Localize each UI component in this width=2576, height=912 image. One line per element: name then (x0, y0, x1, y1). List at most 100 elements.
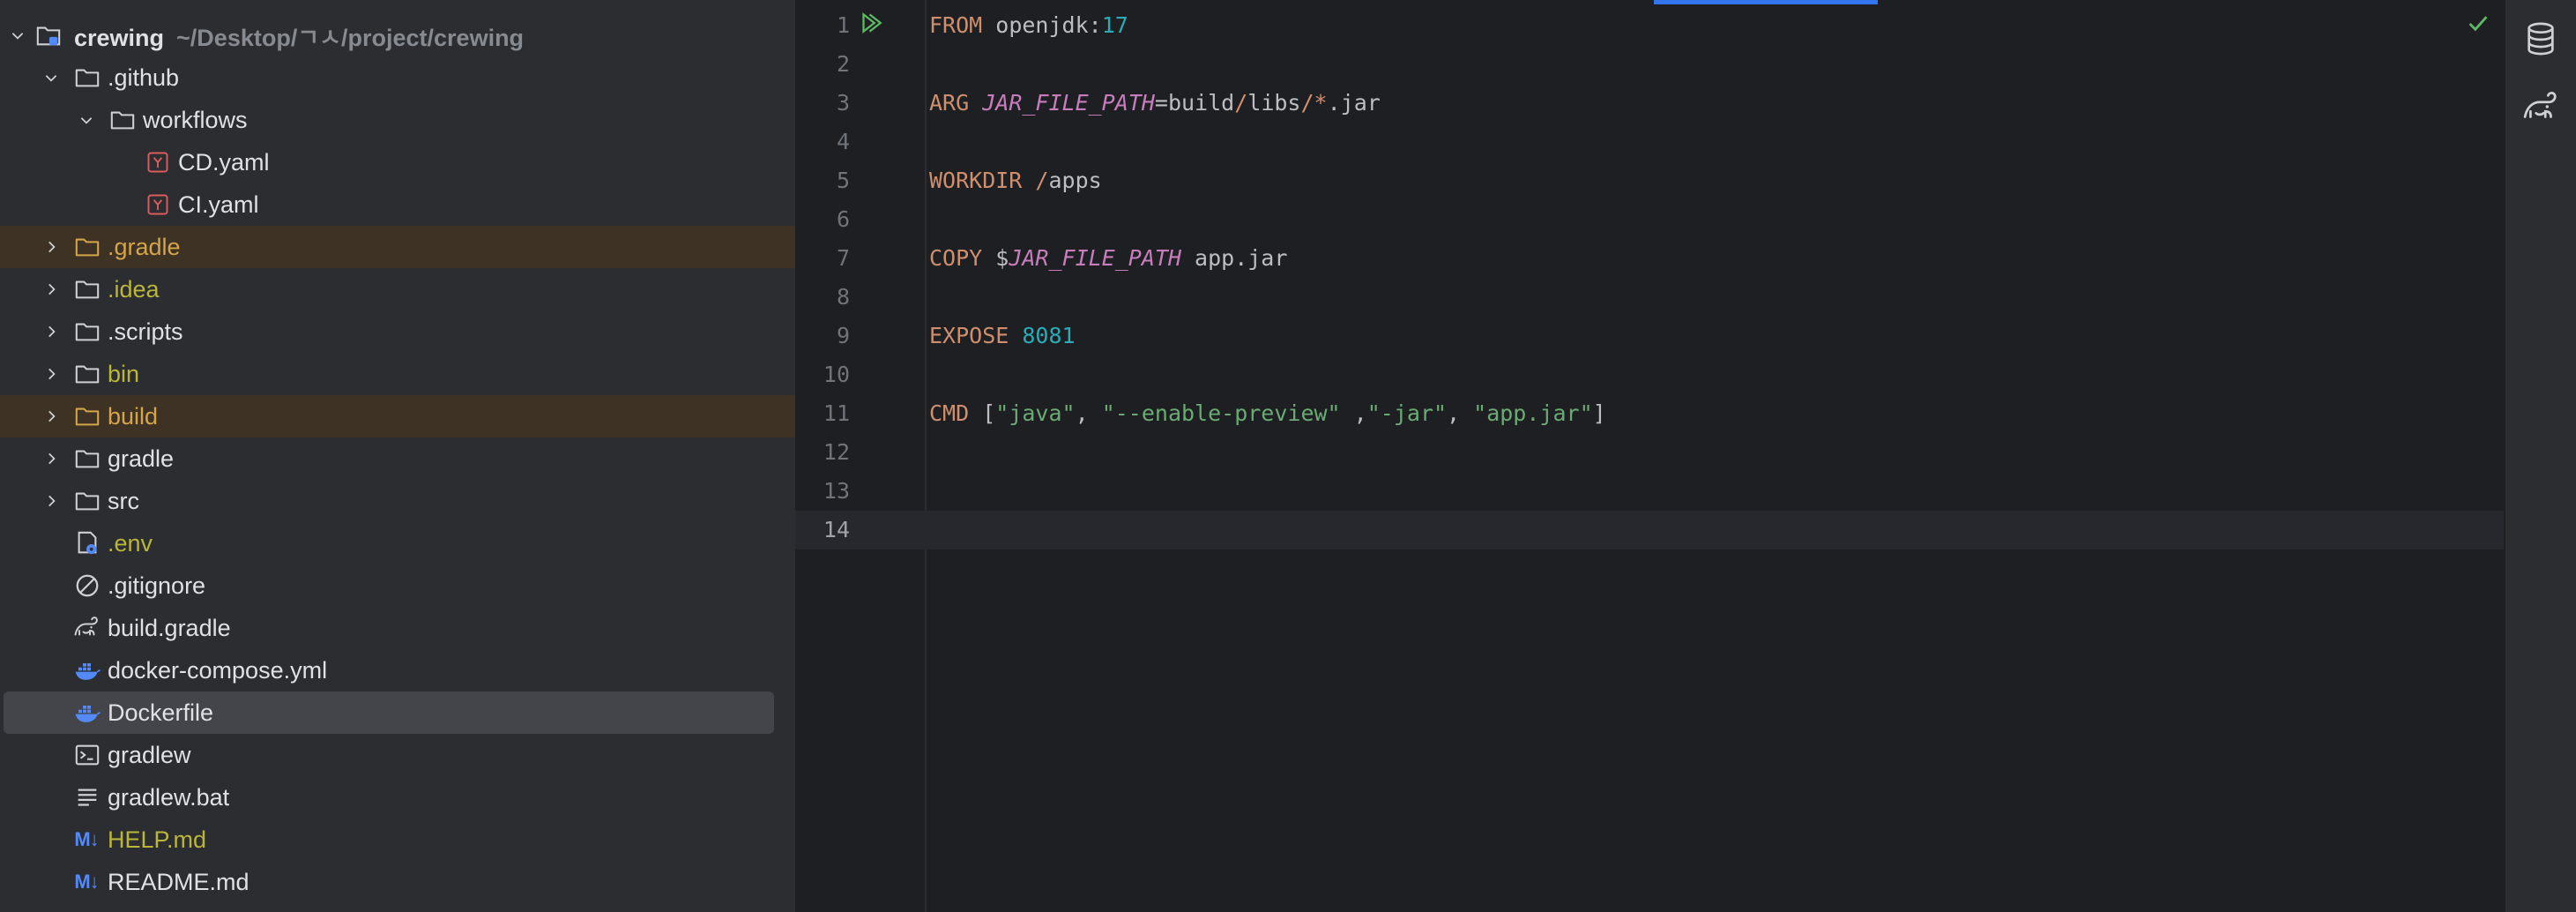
tree-item-help-md[interactable]: M↓ HELP.md (0, 819, 795, 861)
tree-item-idea[interactable]: .idea (0, 268, 795, 310)
tree-item-label: .scripts (108, 318, 183, 345)
tree-item-bin[interactable]: bin (0, 353, 795, 395)
tree-item-build-gradle[interactable]: build.gradle (0, 607, 795, 649)
code-line[interactable]: 13 (795, 472, 2504, 511)
markdown-icon: M↓ (74, 871, 99, 893)
tree-item-gradlew[interactable]: gradlew (0, 734, 795, 776)
tree-item-label: gradlew (108, 741, 191, 768)
yaml-file-icon (145, 191, 171, 218)
code-line[interactable]: 3 ARG JAR_FILE_PATH=build/libs/*.jar (795, 84, 2504, 123)
tree-item-label: .idea (108, 275, 160, 303)
database-icon[interactable] (2525, 21, 2557, 61)
folder-icon (74, 403, 101, 430)
line-number: 14 (823, 517, 850, 542)
code-text: COPY $JAR_FILE_PATH app.jar (929, 239, 1287, 278)
chevron-right-icon[interactable] (41, 321, 62, 342)
editor-tab-strip (795, 0, 2504, 4)
tree-item-label: gradlew.bat (108, 783, 230, 811)
code-token: "app.jar" (1473, 400, 1593, 426)
tree-item-label: .github (108, 64, 180, 91)
run-gutter-icon[interactable] (860, 11, 885, 40)
code-token: EXPOSE (929, 323, 1009, 348)
code-line[interactable]: 8 (795, 278, 2504, 317)
code-line[interactable]: 10 (795, 355, 2504, 394)
code-line[interactable]: 4 (795, 123, 2504, 161)
code-token: ] (1592, 400, 1606, 426)
code-line[interactable]: 6 (795, 200, 2504, 239)
chevron-down-icon[interactable] (7, 25, 28, 46)
chevron-right-icon[interactable] (41, 279, 62, 300)
code-token: ARG (929, 90, 970, 116)
code-token: JAR_FILE_PATH (982, 90, 1155, 116)
code-token: , (1075, 400, 1102, 426)
code-token: "java" (995, 400, 1076, 426)
code-token: COPY (929, 245, 983, 271)
tree-item-scripts[interactable]: .scripts (0, 310, 795, 353)
code-token: 17 (1101, 12, 1128, 38)
code-line[interactable]: 2 (795, 45, 2504, 84)
code-token: apps (1048, 168, 1102, 193)
chevron-right-icon[interactable] (41, 448, 62, 469)
tree-item-build[interactable]: build (0, 395, 795, 437)
code-token: CMD (929, 400, 970, 426)
tree-item-readme-md[interactable]: M↓ README.md (0, 861, 795, 903)
tree-item-env[interactable]: .env (0, 522, 795, 564)
gradle-elephant-icon[interactable] (2523, 92, 2560, 128)
tree-item-gradle[interactable]: gradle (0, 437, 795, 480)
code-editor[interactable]: 1 FROM openjdk:17 2 3 ARG JAR_FILE_PATH=buil… (795, 0, 2504, 912)
tree-item-label: CD.yaml (178, 148, 270, 176)
tree-item-label: README.md (108, 868, 249, 895)
tree-item-dockerfile[interactable]: Dockerfile (4, 691, 774, 734)
tree-item-label: .gitignore (108, 572, 206, 599)
tree-item-label: build (108, 402, 159, 430)
code-line[interactable]: 14 (795, 511, 2504, 549)
tree-item-cd-yaml[interactable]: CD.yaml (0, 141, 795, 183)
tree-item-ci-yaml[interactable]: CI.yaml (0, 183, 795, 226)
line-number: 3 (836, 90, 850, 116)
code-line[interactable]: 12 (795, 433, 2504, 472)
tree-root-crewing[interactable]: crewing ~/Desktop/ㄱㅅ/project/crewing (0, 14, 795, 56)
code-text: FROM openjdk:17 (929, 6, 1128, 45)
project-tree-panel: crewing ~/Desktop/ㄱㅅ/project/crewing .git… (0, 0, 795, 912)
line-number: 12 (823, 439, 850, 465)
tree-item-src[interactable]: src (0, 480, 795, 522)
chevron-right-icon[interactable] (41, 363, 62, 385)
tree-item-gradle[interactable]: .gradle (0, 226, 795, 268)
code-line[interactable]: 11 CMD ["java", "--enable-preview" ,"-jar… (795, 394, 2504, 433)
project-name: crewing (74, 24, 165, 51)
tree-item-label: CI.yaml (178, 191, 259, 218)
markdown-icon: M↓ (74, 828, 99, 850)
tree-item-workflows[interactable]: workflows (0, 99, 795, 141)
tree-item-label: .env (108, 529, 153, 557)
gradle-elephant-icon (74, 615, 101, 641)
code-line[interactable]: 7 COPY $JAR_FILE_PATH app.jar (795, 239, 2504, 278)
code-token: libs (1247, 90, 1301, 116)
yaml-file-icon (145, 149, 171, 176)
tree-item-label: .gradle (108, 233, 181, 260)
code-line[interactable]: 9 EXPOSE 8081 (795, 317, 2504, 355)
chevron-down-icon[interactable] (76, 109, 97, 131)
check-icon[interactable] (2467, 14, 2490, 38)
code-line[interactable]: 5 WORKDIR /apps (795, 161, 2504, 200)
tree-item-gitignore[interactable]: .gitignore (0, 564, 795, 607)
tree-item-label: src (108, 487, 139, 514)
code-token: app.jar (1181, 245, 1288, 271)
code-token: /* (1300, 90, 1328, 116)
tree-item-label: bin (108, 360, 140, 387)
tree-item-gradlew-bat[interactable]: gradlew.bat (0, 776, 795, 819)
code-text: CMD ["java", "--enable-preview" ,"-jar",… (929, 394, 1606, 433)
code-token: / (1234, 90, 1248, 116)
code-token: "--enable-preview" (1101, 400, 1341, 426)
tree-item-github[interactable]: .github (0, 56, 795, 99)
chevron-down-icon[interactable] (41, 67, 62, 88)
code-line[interactable]: 1 FROM openjdk:17 (795, 6, 2504, 45)
chevron-right-icon[interactable] (41, 406, 62, 427)
chevron-right-icon[interactable] (41, 236, 62, 258)
chevron-right-icon[interactable] (41, 490, 62, 512)
tree-item-docker-compose-yml[interactable]: docker-compose.yml (0, 649, 795, 691)
folder-icon (109, 107, 136, 133)
tree-item-label: Dockerfile (108, 699, 214, 726)
tree-item-label: docker-compose.yml (108, 656, 328, 684)
